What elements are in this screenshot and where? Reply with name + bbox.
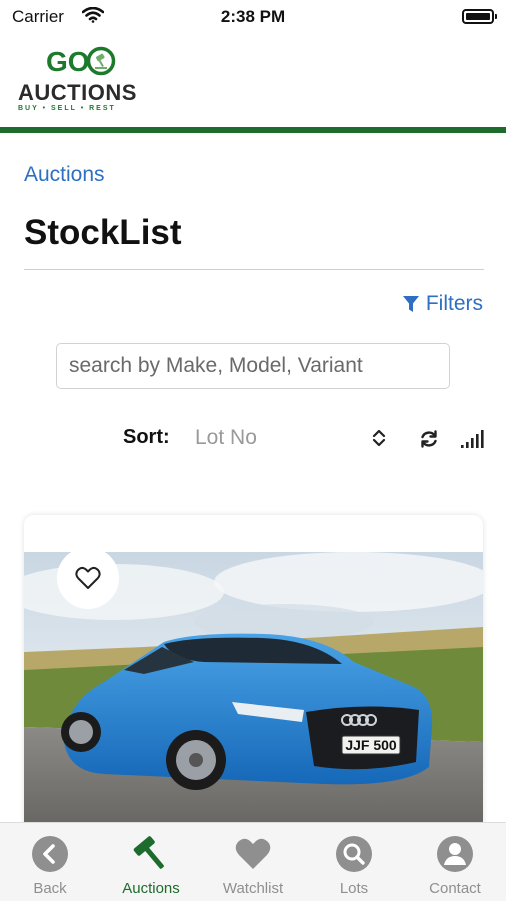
search-input[interactable]	[56, 343, 450, 389]
app-header: GO AUCTIONS BUY • SELL • REST	[0, 34, 506, 126]
title-divider	[24, 269, 484, 270]
user-icon	[437, 836, 473, 872]
license-plate-text: JJF 500	[345, 737, 397, 753]
tab-auctions[interactable]: Auctions	[101, 823, 201, 901]
back-icon	[32, 836, 68, 872]
filters-button[interactable]: Filters	[402, 292, 483, 316]
tab-contact[interactable]: Contact	[405, 823, 505, 901]
gavel-icon	[133, 836, 164, 869]
heart-outline-icon	[75, 566, 101, 589]
logo-gavel-icon	[86, 46, 116, 76]
tab-label: Auctions	[122, 880, 180, 897]
tab-label: Watchlist	[222, 880, 284, 897]
clock: 2:38 PM	[220, 7, 286, 26]
filters-label: Filters	[425, 292, 483, 315]
tab-bar: Back Auctions Watchlist Lots Contact	[0, 822, 506, 901]
lot-card[interactable]: JJF 500	[24, 515, 483, 845]
tab-lots[interactable]: Lots	[304, 823, 404, 901]
page-title: StockList	[24, 213, 182, 252]
sort-select[interactable]: Lot No	[195, 426, 257, 450]
watchlist-toggle-button[interactable]	[57, 547, 119, 609]
logo-tagline: BUY • SELL • REST	[18, 105, 116, 112]
tab-label: Lots	[339, 880, 369, 897]
battery-icon	[462, 9, 497, 24]
go-auctions-logo[interactable]: GO AUCTIONS BUY • SELL • REST	[16, 46, 136, 122]
tab-label: Back	[33, 880, 67, 897]
heart-icon	[235, 838, 271, 869]
tab-watchlist[interactable]: Watchlist	[203, 823, 303, 901]
filter-icon	[402, 295, 419, 312]
tab-label: Contact	[429, 880, 481, 897]
header-divider	[0, 127, 506, 133]
refresh-icon[interactable]	[419, 429, 439, 449]
status-bar: Carrier 2:38 PM	[0, 0, 506, 34]
logo-go-text: GO	[46, 46, 90, 77]
tab-back[interactable]: Back	[0, 823, 100, 901]
search-icon	[336, 836, 372, 872]
breadcrumb-auctions-link[interactable]: Auctions	[24, 163, 105, 187]
sort-label: Sort:	[123, 426, 170, 448]
logo-auctions-text: AUCTIONS	[18, 80, 137, 105]
chevron-updown-icon[interactable]	[370, 428, 388, 448]
sort-direction-icon[interactable]	[460, 429, 484, 449]
